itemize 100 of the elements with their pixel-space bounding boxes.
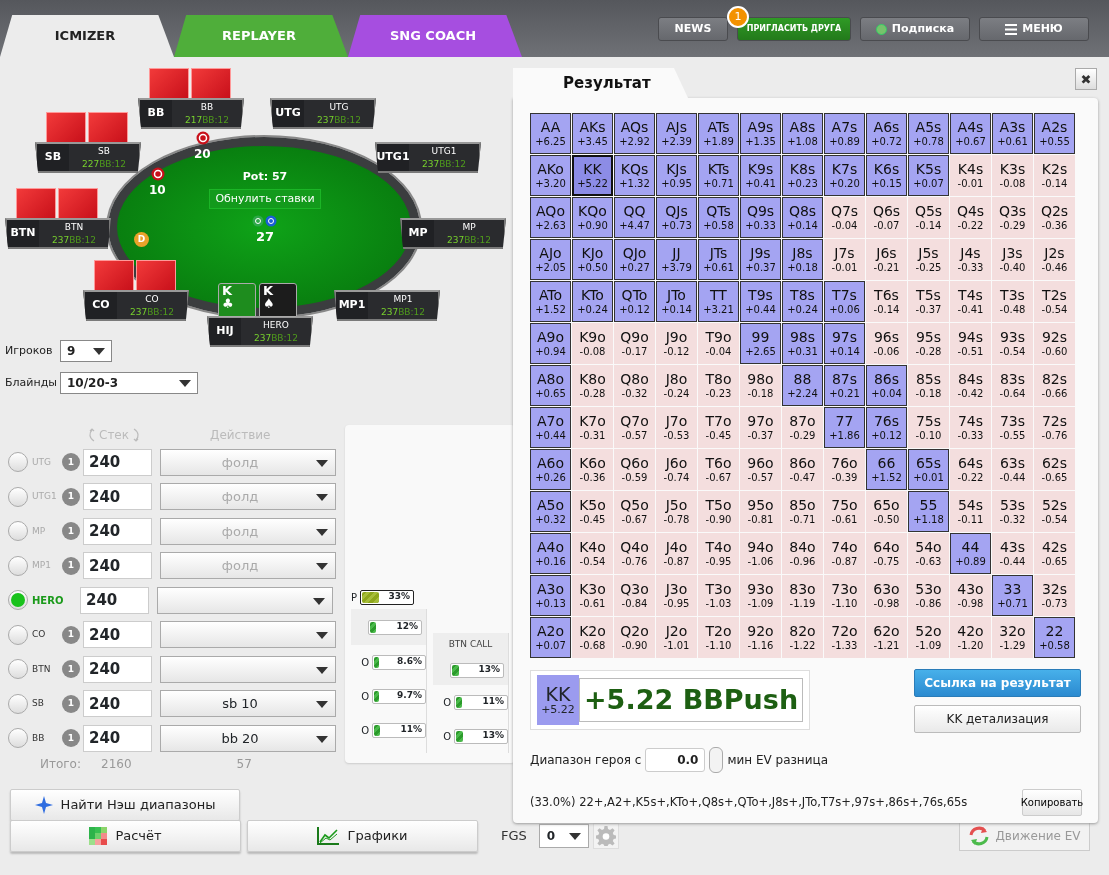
calculate-button[interactable]: Расчёт bbox=[10, 820, 241, 852]
hand-cell[interactable]: A6s +0.72 bbox=[866, 113, 907, 154]
hand-cell[interactable]: T3o -1.03 bbox=[698, 575, 739, 616]
hand-cell[interactable]: 55 +1.18 bbox=[908, 491, 949, 532]
hand-cell[interactable]: QJo +0.27 bbox=[614, 239, 655, 280]
hand-cell[interactable]: J9o -0.12 bbox=[656, 323, 697, 364]
hand-cell[interactable]: 65s +0.01 bbox=[908, 449, 949, 490]
radio-button[interactable] bbox=[8, 728, 28, 749]
hand-cell[interactable]: 83s -0.64 bbox=[992, 365, 1033, 406]
hand-cell[interactable]: 82o -1.22 bbox=[782, 617, 823, 658]
hand-cell[interactable]: K7o -0.31 bbox=[572, 407, 613, 448]
hand-cell[interactable]: KJs +0.95 bbox=[656, 155, 697, 196]
hand-cell[interactable]: 84o -0.96 bbox=[782, 533, 823, 574]
hand-cell[interactable]: 74s -0.33 bbox=[950, 407, 991, 448]
hand-cell[interactable]: 93s -0.54 bbox=[992, 323, 1033, 364]
hand-cell[interactable]: 93o -1.09 bbox=[740, 575, 781, 616]
stack-input[interactable]: 240 bbox=[83, 724, 152, 752]
stack-input[interactable]: 240 bbox=[83, 448, 152, 476]
hand-cell[interactable]: J5s -0.25 bbox=[908, 239, 949, 280]
hand-cell[interactable]: J3s -0.40 bbox=[992, 239, 1033, 280]
hand-cell[interactable]: J2o -1.01 bbox=[656, 617, 697, 658]
hand-cell[interactable]: KTs +0.71 bbox=[698, 155, 739, 196]
hand-cell[interactable]: Q9o -0.17 bbox=[614, 323, 655, 364]
hand-cell[interactable]: Q3s -0.29 bbox=[992, 197, 1033, 238]
hand-cell[interactable]: K2o -0.68 bbox=[572, 617, 613, 658]
hand-cell[interactable]: 94o -1.06 bbox=[740, 533, 781, 574]
hand-cell[interactable]: 33 +0.71 bbox=[992, 575, 1033, 616]
hand-cell[interactable]: 54o -0.63 bbox=[908, 533, 949, 574]
radio-button[interactable] bbox=[8, 555, 28, 576]
hand-cell[interactable]: 92o -1.16 bbox=[740, 617, 781, 658]
details-button[interactable]: KK детализация bbox=[914, 705, 1081, 733]
hand-cell[interactable]: 75o -0.61 bbox=[824, 491, 865, 532]
stack-input[interactable]: 240 bbox=[83, 621, 152, 649]
hand-cell[interactable]: K3s -0.08 bbox=[992, 155, 1033, 196]
hand-cell[interactable]: K8o -0.28 bbox=[572, 365, 613, 406]
hand-cell[interactable]: A9o +0.94 bbox=[530, 323, 571, 364]
hand-cell[interactable]: 96s -0.06 bbox=[866, 323, 907, 364]
news-button[interactable]: NEWS bbox=[658, 17, 728, 41]
min-ev-input[interactable]: 0.0 bbox=[645, 748, 706, 772]
hand-cell[interactable]: A4s +0.67 bbox=[950, 113, 991, 154]
radio-button[interactable] bbox=[8, 659, 28, 680]
hand-cell[interactable]: Q6o -0.59 bbox=[614, 449, 655, 490]
hand-cell[interactable]: T7o -0.45 bbox=[698, 407, 739, 448]
hand-cell[interactable]: 43s -0.44 bbox=[992, 533, 1033, 574]
hand-cell[interactable]: 52o -1.09 bbox=[908, 617, 949, 658]
radio-button[interactable] bbox=[8, 693, 28, 714]
hand-cell[interactable]: A5o +0.32 bbox=[530, 491, 571, 532]
hand-cell[interactable]: K5s +0.07 bbox=[908, 155, 949, 196]
hand-cell[interactable]: 98s +0.31 bbox=[782, 323, 823, 364]
hand-cell[interactable]: AKo +3.20 bbox=[530, 155, 571, 196]
hand-cell[interactable]: A8o +0.65 bbox=[530, 365, 571, 406]
hand-cell[interactable]: Q5s -0.14 bbox=[908, 197, 949, 238]
hand-cell[interactable]: 85o -0.71 bbox=[782, 491, 823, 532]
hand-cell[interactable]: 87o -0.29 bbox=[782, 407, 823, 448]
hand-cell[interactable]: 83o -1.19 bbox=[782, 575, 823, 616]
hand-cell[interactable]: J7o -0.53 bbox=[656, 407, 697, 448]
hand-cell[interactable]: 62s -0.65 bbox=[1034, 449, 1075, 490]
hand-cell[interactable]: T9s +0.44 bbox=[740, 281, 781, 322]
hand-cell[interactable]: QQ +4.47 bbox=[614, 197, 655, 238]
hand-cell[interactable]: T9o -0.04 bbox=[698, 323, 739, 364]
hand-cell[interactable]: AA +6.25 bbox=[530, 113, 571, 154]
hand-cell[interactable]: T5s -0.37 bbox=[908, 281, 949, 322]
hand-cell[interactable]: 42s -0.65 bbox=[1034, 533, 1075, 574]
spinner-control[interactable] bbox=[709, 747, 724, 773]
hand-cell[interactable]: K5o -0.45 bbox=[572, 491, 613, 532]
hand-cell[interactable]: 43o -0.98 bbox=[950, 575, 991, 616]
hand-cell[interactable]: T6o -0.67 bbox=[698, 449, 739, 490]
hand-cell[interactable]: JTo +0.14 bbox=[656, 281, 697, 322]
hand-cell[interactable]: 73o -1.10 bbox=[824, 575, 865, 616]
hand-cell[interactable]: ATo +1.52 bbox=[530, 281, 571, 322]
hand-cell[interactable]: 54s -0.11 bbox=[950, 491, 991, 532]
hand-cell[interactable]: 42o -1.20 bbox=[950, 617, 991, 658]
stack-input[interactable]: 240 bbox=[83, 517, 152, 545]
hand-cell[interactable]: K3o -0.61 bbox=[572, 575, 613, 616]
hand-cell[interactable]: Q2s -0.36 bbox=[1034, 197, 1075, 238]
hand-cell[interactable]: 22 +0.58 bbox=[1034, 617, 1075, 658]
hand-cell[interactable]: 64o -0.75 bbox=[866, 533, 907, 574]
hand-cell[interactable]: Q9s +0.33 bbox=[740, 197, 781, 238]
hand-cell[interactable]: 74o -0.87 bbox=[824, 533, 865, 574]
hand-cell[interactable]: 72s -0.76 bbox=[1034, 407, 1075, 448]
app-tab[interactable]: SNG COACH bbox=[348, 15, 522, 57]
hand-cell[interactable]: ATs +1.89 bbox=[698, 113, 739, 154]
hand-cell[interactable]: 53o -0.86 bbox=[908, 575, 949, 616]
stack-input[interactable]: 240 bbox=[80, 586, 149, 614]
stack-input[interactable]: 240 bbox=[83, 483, 152, 511]
hand-cell[interactable]: J6o -0.74 bbox=[656, 449, 697, 490]
hand-cell[interactable]: J6s -0.21 bbox=[866, 239, 907, 280]
hand-cell[interactable]: Q8o -0.32 bbox=[614, 365, 655, 406]
hand-cell[interactable]: 76s +0.12 bbox=[866, 407, 907, 448]
hand-cell[interactable]: K4s -0.01 bbox=[950, 155, 991, 196]
hand-cell[interactable]: K9s +0.41 bbox=[740, 155, 781, 196]
hand-cell[interactable]: QTo +0.12 bbox=[614, 281, 655, 322]
action-select[interactable] bbox=[157, 586, 333, 614]
hand-cell[interactable]: 95s -0.28 bbox=[908, 323, 949, 364]
hand-cell[interactable]: J9s +0.37 bbox=[740, 239, 781, 280]
hand-cell[interactable]: Q6s -0.07 bbox=[866, 197, 907, 238]
close-button[interactable]: ✖ bbox=[1075, 68, 1097, 90]
hand-cell[interactable]: K6s +0.15 bbox=[866, 155, 907, 196]
hand-cell[interactable]: 94s -0.51 bbox=[950, 323, 991, 364]
hand-cell[interactable]: J3o -0.95 bbox=[656, 575, 697, 616]
